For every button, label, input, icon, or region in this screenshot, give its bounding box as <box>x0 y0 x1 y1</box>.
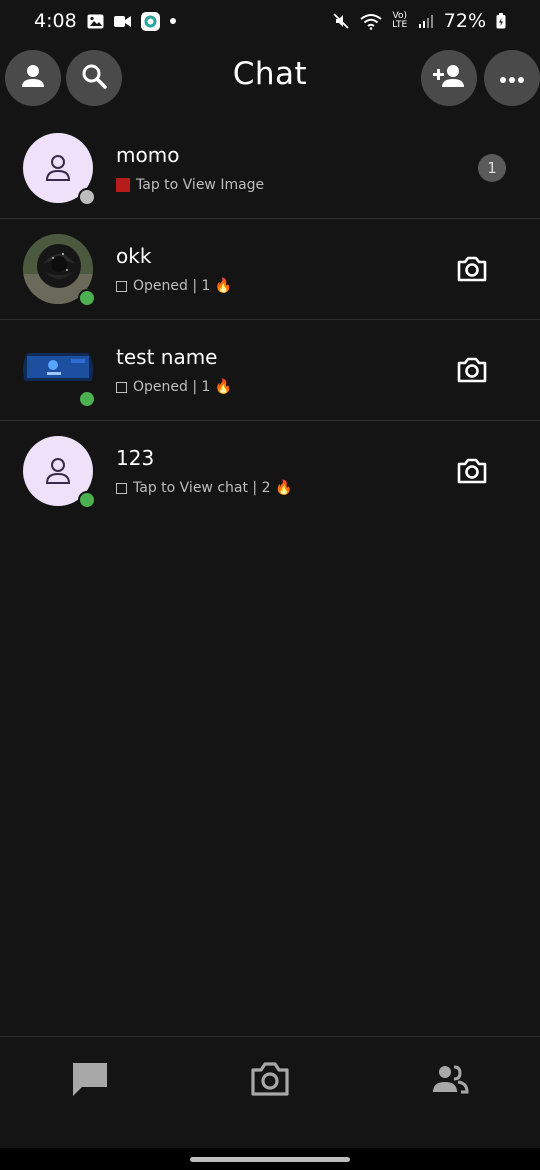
app-notification-icon <box>140 11 160 31</box>
friends-icon <box>433 1065 469 1094</box>
unread-image-indicator-icon <box>116 178 130 192</box>
unread-count-badge: 1 <box>478 154 506 182</box>
online-status-dot <box>78 491 96 509</box>
more-options-button[interactable] <box>484 50 540 106</box>
nav-chat-button[interactable] <box>70 1059 110 1099</box>
status-time: 4:08 <box>34 10 77 32</box>
user-outline-icon <box>45 155 71 181</box>
camera-icon <box>251 1062 289 1096</box>
nav-friends-button[interactable] <box>430 1059 470 1099</box>
gallery-notification-icon <box>87 14 104 29</box>
status-bar-left: 4:08 <box>34 10 176 32</box>
chat-subtitle: Opened | 1 🔥 <box>116 379 232 395</box>
camera-icon <box>457 256 487 282</box>
camera-icon <box>457 458 487 484</box>
add-friend-icon <box>432 62 466 94</box>
video-notification-icon <box>113 15 131 28</box>
chat-row-123[interactable]: 123 Tap to View chat | 2 🔥 <box>0 421 540 522</box>
battery-percent: 72% <box>443 10 486 32</box>
chat-list: momo Tap to View Image 1 okk Opened | 1 … <box>0 118 540 522</box>
chat-subtitle: Tap to View Image <box>116 177 264 193</box>
user-outline-icon <box>45 458 71 484</box>
status-bar-right: Vo) LTE 72% <box>332 10 506 32</box>
signal-icon <box>418 13 434 29</box>
chat-subtitle: Opened | 1 🔥 <box>116 278 232 294</box>
chat-row-okk[interactable]: okk Opened | 1 🔥 <box>0 219 540 320</box>
opened-indicator-icon <box>116 280 127 292</box>
chat-icon <box>73 1063 107 1096</box>
chat-name: test name <box>116 345 218 369</box>
chat-status-text: Opened | 1 🔥 <box>133 379 233 395</box>
camera-button[interactable] <box>456 455 488 487</box>
online-status-dot <box>78 289 96 307</box>
online-status-dot <box>78 390 96 408</box>
chat-status-text: Opened | 1 🔥 <box>133 278 233 294</box>
status-bar: 4:08 Vo) LTE 72% <box>0 0 540 42</box>
battery-icon <box>496 13 506 29</box>
wifi-icon <box>360 13 382 30</box>
chat-row-test-name[interactable]: test name Opened | 1 🔥 <box>0 320 540 421</box>
chat-row-momo[interactable]: momo Tap to View Image 1 <box>0 118 540 219</box>
camera-button[interactable] <box>456 253 488 285</box>
offline-status-dot <box>78 188 96 206</box>
nav-camera-button[interactable] <box>250 1059 290 1099</box>
chat-subtitle: Tap to View chat | 2 🔥 <box>116 480 292 496</box>
chat-indicator-icon <box>116 482 127 494</box>
header: Chat <box>0 48 540 108</box>
opened-indicator-icon <box>116 381 127 393</box>
gesture-area <box>0 1148 540 1170</box>
camera-button[interactable] <box>456 354 488 386</box>
more-icon <box>499 69 525 88</box>
chat-status-text: Tap to View Image <box>136 177 265 193</box>
add-friend-button[interactable] <box>421 50 477 106</box>
more-notifications-dot <box>169 18 176 24</box>
chat-name: 123 <box>116 446 155 470</box>
chat-name: momo <box>116 143 180 167</box>
bottom-nav <box>0 1036 540 1147</box>
chat-name: okk <box>116 244 152 268</box>
camera-icon <box>457 357 487 383</box>
mute-icon <box>332 12 350 30</box>
network-type-label: Vo) LTE <box>392 11 408 30</box>
home-gesture-bar[interactable] <box>190 1157 350 1162</box>
chat-status-text: Tap to View chat | 2 🔥 <box>133 480 293 496</box>
